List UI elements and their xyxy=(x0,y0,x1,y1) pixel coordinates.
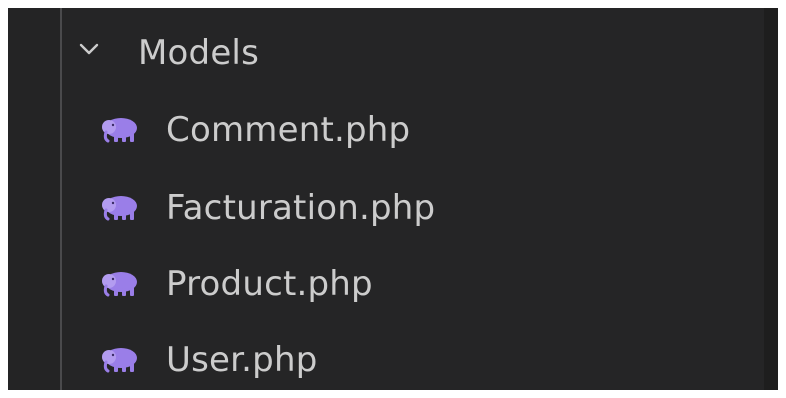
file-explorer-panel: Models Comment.php Facturation.php Produ… xyxy=(8,8,778,390)
folder-models[interactable]: Models xyxy=(8,16,764,90)
chevron-down-icon[interactable] xyxy=(78,38,100,60)
file-label: Facturation.php xyxy=(166,188,436,228)
file-label: Comment.php xyxy=(166,110,411,150)
file-label: User.php xyxy=(166,340,318,380)
screenshot-frame: Models Comment.php Facturation.php Produ… xyxy=(0,0,786,398)
php-elephant-icon xyxy=(102,348,137,373)
file-product-php[interactable]: Product.php xyxy=(8,248,764,322)
file-facturation-php[interactable]: Facturation.php xyxy=(8,172,764,246)
file-user-php[interactable]: User.php xyxy=(8,324,764,390)
php-elephant-icon xyxy=(102,118,137,143)
php-elephant-icon xyxy=(102,196,137,221)
folder-label: Models xyxy=(138,33,259,73)
php-elephant-icon xyxy=(102,272,137,297)
editor-edge xyxy=(764,8,778,390)
file-comment-php[interactable]: Comment.php xyxy=(8,94,764,168)
file-label: Product.php xyxy=(166,264,373,304)
